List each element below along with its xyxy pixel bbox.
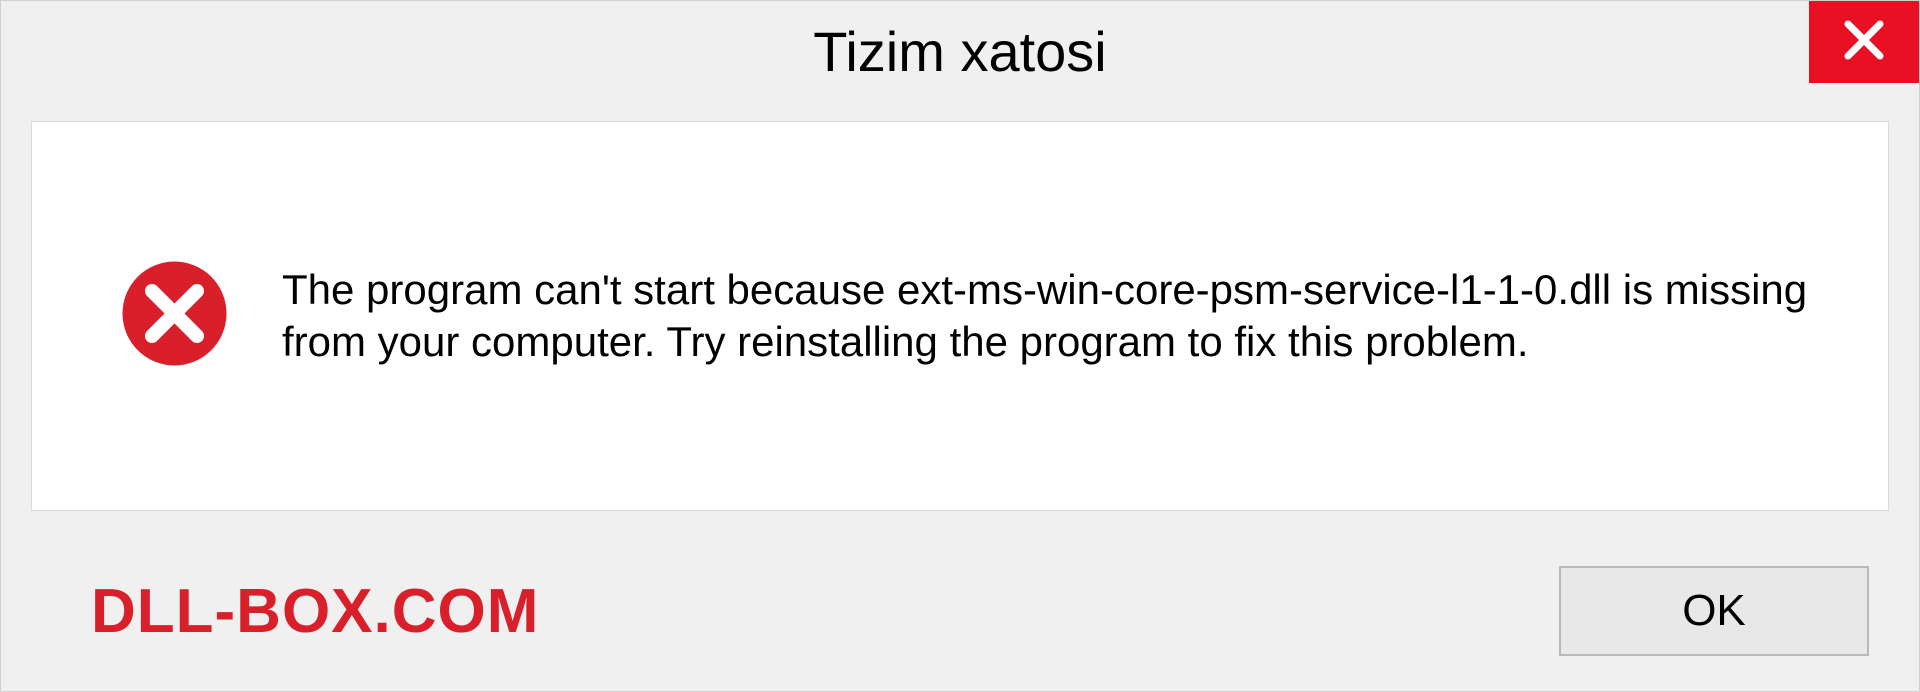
error-icon [122, 261, 227, 371]
watermark-text: DLL-BOX.COM [91, 576, 539, 647]
ok-button[interactable]: OK [1559, 566, 1869, 656]
content-area: The program can't start because ext-ms-w… [31, 121, 1889, 511]
error-message: The program can't start because ext-ms-w… [282, 264, 1838, 369]
close-icon [1842, 18, 1886, 67]
footer: DLL-BOX.COM OK [1, 531, 1919, 691]
close-button[interactable] [1809, 1, 1919, 83]
dialog-title: Tizim xatosi [813, 19, 1107, 84]
titlebar: Tizim xatosi [1, 1, 1919, 101]
